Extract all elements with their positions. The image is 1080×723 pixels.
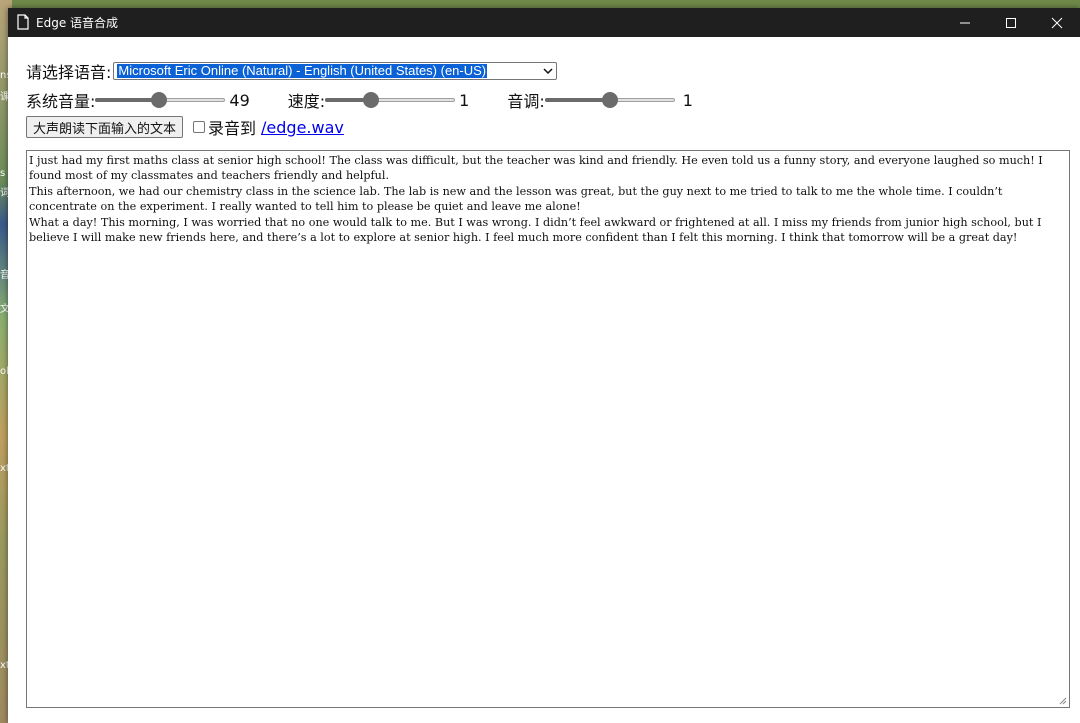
speed-slider[interactable]: [325, 92, 456, 108]
resize-grip-icon[interactable]: [1058, 696, 1067, 705]
window-title: Edge 语音合成: [36, 16, 119, 30]
record-checkbox[interactable]: [193, 121, 206, 133]
slider-thumb[interactable]: [362, 92, 379, 108]
voice-label: 请选择语音:: [26, 63, 112, 82]
close-icon: [1051, 17, 1063, 28]
minimize-button[interactable]: [942, 8, 988, 37]
speak-button[interactable]: 大声朗读下面输入的文本: [26, 116, 184, 138]
slider-fill: [544, 98, 610, 102]
volume-slider[interactable]: [95, 92, 226, 108]
action-row: 大声朗读下面输入的文本 录音到 /edge.wav: [26, 115, 344, 139]
record-label: 录音到: [208, 119, 257, 138]
maximize-icon: [1006, 17, 1016, 28]
text-line: What a day! This morning, I was worried …: [29, 215, 1042, 245]
speed-value: 1: [459, 90, 470, 110]
speed-label: 速度:: [287, 92, 326, 111]
minimize-icon: [960, 22, 970, 23]
volume-label: 系统音量:: [26, 92, 96, 111]
text-line: I just had my first maths class at senio…: [29, 154, 1043, 183]
voice-selected-value: Microsoft Eric Online (Natural) - Englis…: [117, 63, 488, 78]
voice-row: 请选择语音: Microsoft Eric Online (Natural) -…: [26, 59, 558, 83]
slider-thumb[interactable]: [151, 92, 168, 108]
volume-value: 49: [229, 90, 250, 110]
maximize-button[interactable]: [988, 8, 1034, 37]
slider-thumb[interactable]: [601, 92, 618, 108]
slider-fill: [95, 98, 160, 102]
app-content: 请选择语音: Microsoft Eric Online (Natural) -…: [8, 37, 1080, 723]
text-input-area[interactable]: I just had my first maths class at senio…: [26, 150, 1070, 708]
chevron-down-icon: [543, 68, 553, 75]
document-icon: [17, 14, 29, 30]
app-window: Edge 语音合成 请选择语音: Microsoft Eric Online (…: [8, 8, 1080, 723]
title-bar[interactable]: Edge 语音合成: [8, 8, 1080, 37]
text-line: This afternoon, we had our chemistry cla…: [29, 184, 1003, 214]
pitch-value: 1: [682, 90, 693, 110]
wav-file-link[interactable]: /edge.wav: [261, 118, 344, 137]
audio-settings-row: 系统音量: 49 速度: 1 音调: 1: [26, 88, 693, 112]
close-button[interactable]: [1034, 8, 1080, 37]
voice-select[interactable]: Microsoft Eric Online (Natural) - Englis…: [113, 62, 558, 80]
pitch-label: 音调:: [507, 92, 545, 111]
pitch-slider[interactable]: [544, 92, 675, 108]
